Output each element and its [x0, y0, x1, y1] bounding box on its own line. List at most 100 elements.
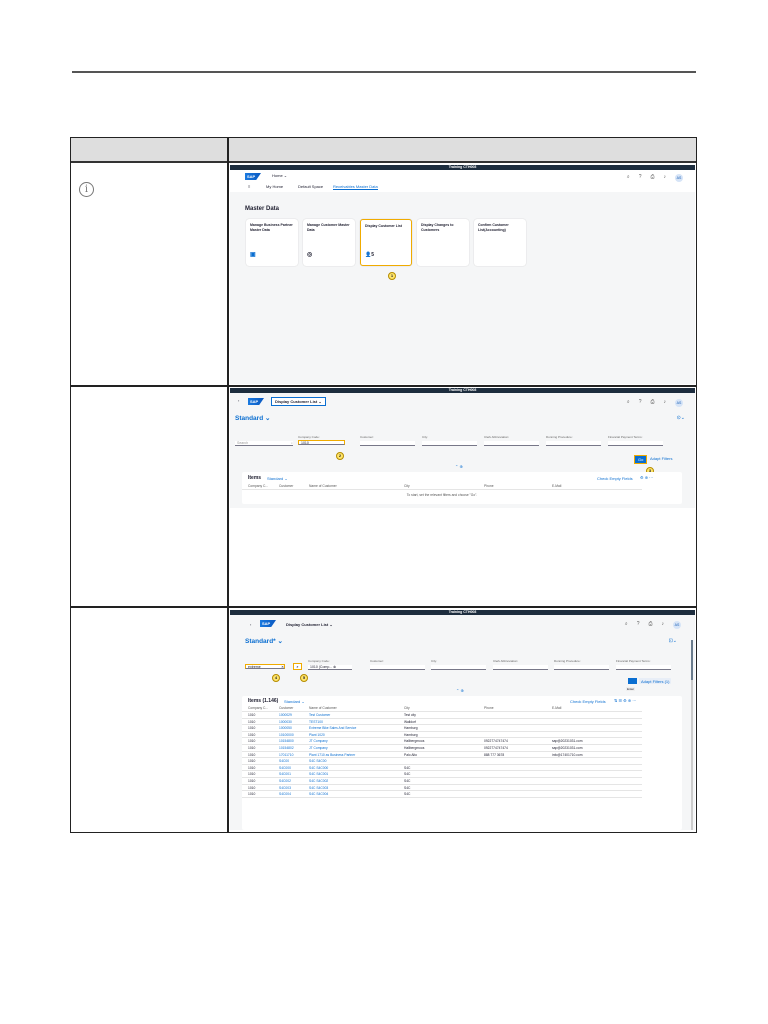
bell-icon[interactable]: ♪ [664, 399, 667, 407]
items-variant[interactable]: Standard ⌄ [284, 699, 305, 704]
cell-customer[interactable]: 10154802 [279, 745, 309, 751]
search-icon[interactable]: ⌕ [627, 174, 630, 182]
cell-name[interactable]: S4C S4C001 [309, 771, 404, 777]
cell-customer[interactable]: 10100000 [279, 732, 309, 738]
print-icon[interactable]: ⎙ [648, 621, 652, 629]
search-icon[interactable]: ⌕ [291, 441, 293, 446]
col-phone[interactable]: Phone [484, 483, 552, 489]
search-button[interactable]: ⌕ [293, 663, 302, 670]
col-name[interactable]: Name of Customer [309, 705, 404, 711]
share-icon[interactable]: ⊡⌄ [669, 638, 677, 644]
col-phone[interactable]: Phone [484, 705, 552, 711]
adapt-filters-button[interactable]: Adapt Filters [650, 456, 672, 461]
table-row[interactable]: 1010 10154800 JT Company Hallbergmoos 092277… [242, 738, 642, 745]
customer-input[interactable] [360, 441, 415, 446]
clear-icon[interactable]: ✕ [281, 665, 284, 670]
table-row[interactable]: 1010 S4C003 S4C S4C003 S4C [242, 785, 642, 792]
avatar[interactable]: AS [673, 621, 681, 629]
help-icon[interactable]: ? [639, 399, 642, 407]
cell-name[interactable]: S4C S4C004 [309, 791, 404, 797]
city-input[interactable] [422, 441, 477, 446]
cell-name[interactable]: JT Company [309, 738, 404, 744]
table-row[interactable]: 1010 10100000 Plant 1020 Hamburg [242, 732, 642, 739]
cell-customer[interactable]: S4C001 [279, 771, 309, 777]
app-title-menu[interactable]: Display Customer List ⌄ [271, 397, 326, 406]
bell-icon[interactable]: ♪ [662, 621, 665, 629]
col-customer[interactable]: Customer [279, 705, 309, 711]
col-company-code[interactable]: Company C... [248, 705, 279, 711]
tile-manage-customer[interactable]: Manage Customer Master Data ◎ [303, 219, 355, 266]
table-row[interactable]: 1010 17011710 Plant 1710 as Business Partn… [242, 752, 642, 759]
col-city[interactable]: City [404, 705, 484, 711]
table-toolbar-icons[interactable]: ⇅ ☰ ⚙ ⊕ ⋯ [614, 698, 636, 703]
print-icon[interactable]: ⎙ [650, 399, 654, 407]
cell-name[interactable]: Test Customer [309, 712, 404, 718]
table-row[interactable]: 1010 S4C001 S4C S4C001 S4C [242, 771, 642, 778]
cell-customer[interactable]: S4C002 [279, 778, 309, 784]
items-variant[interactable]: Standard ⌄ [267, 476, 288, 481]
company-code-input[interactable]: 1010 (Comp... ⊗ [308, 665, 352, 670]
table-row[interactable]: 1010 1000029 Test Customer Test city [242, 712, 642, 719]
check-empty-fields-button[interactable]: Check Empty Fields [570, 699, 606, 704]
app-title-menu[interactable]: Display Customer List ⌄ [286, 622, 333, 627]
bell-icon[interactable]: ♪ [664, 174, 667, 182]
dunning-input[interactable] [554, 665, 609, 670]
variant-selector[interactable]: Standard* ⌄ [245, 637, 283, 645]
search-input[interactable]: Search ⌕ [235, 441, 293, 446]
table-row[interactable]: 1010 1000030 TEST100 Walldorf [242, 719, 642, 726]
cell-customer[interactable]: 1000050 [279, 725, 309, 731]
cell-name[interactable]: Plant 1020 [309, 732, 404, 738]
settings-icon[interactable]: ⚙ ⊕ ⋯ [640, 475, 653, 480]
col-company-code[interactable]: Company C... [248, 483, 279, 489]
variant-selector[interactable]: Standard ⌄ [235, 414, 270, 422]
cell-customer[interactable]: 1000030 [279, 719, 309, 725]
cell-customer[interactable]: 10154800 [279, 738, 309, 744]
collapse-header-button[interactable]: ⌃ ⊕ [455, 464, 463, 469]
scrollbar[interactable] [691, 640, 693, 830]
cell-customer[interactable]: S4C004 [279, 791, 309, 797]
help-icon[interactable]: ? [639, 174, 642, 182]
search-input[interactable]: extreme ✕ [245, 664, 285, 669]
col-email[interactable]: E-Mail [552, 705, 622, 711]
tab-my-home[interactable]: My Home [266, 184, 283, 189]
cell-name[interactable]: TEST100 [309, 719, 404, 725]
cell-name[interactable]: JT Company [309, 745, 404, 751]
payment-terms-input[interactable] [616, 665, 671, 670]
back-icon[interactable]: ‹ [250, 622, 251, 627]
col-city[interactable]: City [404, 483, 484, 489]
search-icon[interactable]: ⌕ [625, 621, 628, 629]
search-icon[interactable]: ⌕ [627, 399, 630, 407]
check-empty-fields-button[interactable]: Check Empty Fields [597, 476, 633, 481]
tile-display-changes[interactable]: Display Changes to Customers [417, 219, 469, 266]
city-input[interactable] [431, 665, 486, 670]
tile-confirm-customer[interactable]: Confirm Customer List(Accounting) [474, 219, 526, 266]
payment-terms-input[interactable] [608, 441, 663, 446]
back-icon[interactable]: ‹ [238, 398, 239, 403]
table-row[interactable]: 1010 S4C004 S4C S4C004 S4C [242, 791, 642, 798]
go-button[interactable] [628, 678, 637, 684]
customer-input[interactable] [370, 665, 425, 670]
dunning-input[interactable] [546, 441, 601, 446]
table-row[interactable]: 1010 S4C000 S4C S4C000 S4C [242, 765, 642, 772]
col-name[interactable]: Name of Customer [309, 483, 404, 489]
go-button[interactable]: Go [634, 455, 648, 464]
table-row[interactable]: 1010 S4C002 S4C S4C002 S4C [242, 778, 642, 785]
share-icon[interactable]: ⊙⌄ [677, 415, 685, 421]
cell-name[interactable]: S4C S4C00 [309, 758, 404, 764]
print-icon[interactable]: ⎙ [650, 174, 654, 182]
table-row[interactable]: 1010 10154802 JT Company Hallbergmoos 092277… [242, 745, 642, 752]
avatar[interactable]: AS [675, 399, 683, 407]
cell-customer[interactable]: 1000029 [279, 712, 309, 718]
collapse-header-button[interactable]: ⌃ ⊕ [456, 688, 464, 693]
cell-name[interactable]: S4C S4C000 [309, 765, 404, 771]
tab-receivables[interactable]: Receivables Master Data [333, 184, 378, 190]
help-icon[interactable]: ? [637, 621, 640, 629]
cell-name[interactable]: S4C S4C003 [309, 785, 404, 791]
col-email[interactable]: E-Mail [552, 483, 622, 489]
cell-name[interactable]: Extreme Bike Sales And Service [309, 725, 404, 731]
cell-customer[interactable]: 17011710 [279, 752, 309, 758]
clerk-input[interactable] [493, 665, 548, 670]
col-customer[interactable]: Customer [279, 483, 309, 489]
cell-customer[interactable]: S4C00 [279, 758, 309, 764]
cell-name[interactable]: Plant 1710 as Business Partner [309, 752, 404, 758]
